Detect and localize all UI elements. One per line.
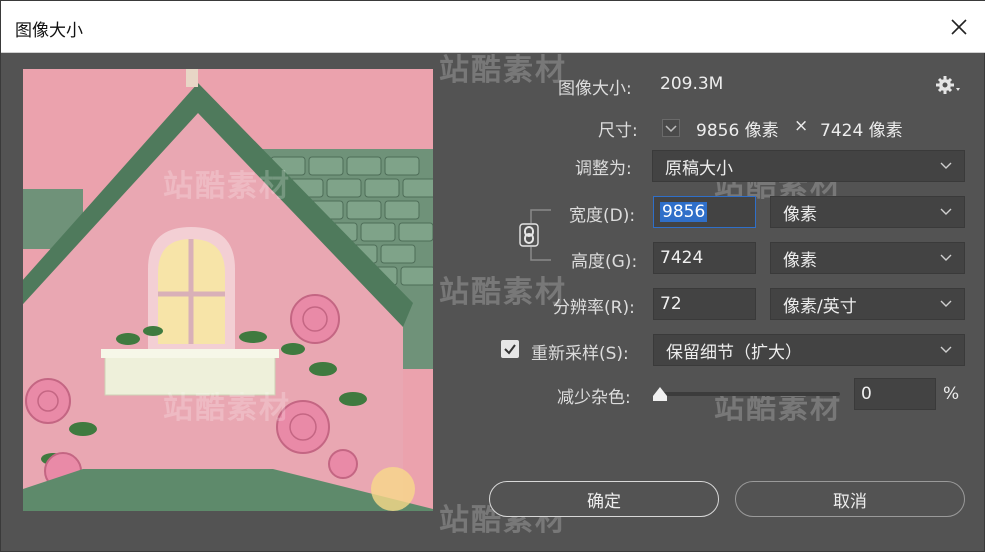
width-label: 宽度(D): xyxy=(569,206,636,226)
ok-button-label: 确定 xyxy=(587,491,621,512)
reduce-noise-input[interactable]: 0 xyxy=(854,378,936,410)
close-icon xyxy=(951,19,967,35)
reduce-noise-unit: % xyxy=(943,384,960,404)
width-value: 9856 xyxy=(660,202,708,222)
fit-to-label: 调整为: xyxy=(575,159,632,179)
dimensions-units-toggle[interactable] xyxy=(662,119,680,137)
ok-button[interactable]: 确定 xyxy=(489,481,719,517)
height-unit-select[interactable]: 像素 xyxy=(770,242,965,274)
height-unit-value: 像素 xyxy=(783,250,817,271)
slider-handle-icon xyxy=(653,387,667,401)
resolution-value: 72 xyxy=(660,294,682,314)
resample-value: 保留细节（扩大） xyxy=(666,342,802,363)
chevron-down-icon xyxy=(940,300,952,307)
constrain-proportions-button[interactable] xyxy=(519,223,539,247)
cancel-button[interactable]: 取消 xyxy=(735,481,965,517)
height-label: 高度(G): xyxy=(571,252,638,272)
watermark: 站酷素材 xyxy=(714,391,842,426)
watermark: 站酷素材 xyxy=(439,275,567,310)
reduce-noise-slider[interactable] xyxy=(660,392,840,396)
cancel-button-label: 取消 xyxy=(833,491,867,512)
height-input[interactable]: 7424 xyxy=(653,242,756,274)
fit-to-select[interactable]: 原稿大小 xyxy=(652,150,965,182)
width-input[interactable]: 9856 xyxy=(653,196,756,228)
image-size-label: 图像大小: xyxy=(558,79,632,99)
dimensions-width: 9856 像素 xyxy=(696,121,779,141)
window-title: 图像大小 xyxy=(15,21,83,41)
settings-menu-button[interactable] xyxy=(936,75,962,95)
chevron-down-icon xyxy=(940,208,952,215)
gear-icon xyxy=(936,76,960,94)
checkmark-icon xyxy=(504,344,516,355)
reduce-noise-value: 0 xyxy=(861,384,872,404)
reduce-noise-label: 减少杂色: xyxy=(557,388,631,408)
resolution-unit-select[interactable]: 像素/英寸 xyxy=(770,288,965,320)
chevron-down-icon xyxy=(665,125,677,133)
chevron-down-icon xyxy=(940,254,952,261)
resolution-label: 分辨率(R): xyxy=(553,298,635,318)
chevron-down-icon xyxy=(940,162,952,169)
dimensions-height: 7424 像素 xyxy=(820,121,903,141)
reduce-noise-slider-handle[interactable] xyxy=(652,386,668,402)
width-unit-value: 像素 xyxy=(783,204,817,225)
height-value: 7424 xyxy=(660,248,704,268)
resample-label: 重新采样(S): xyxy=(531,344,629,364)
title-bar: 图像大小 xyxy=(1,1,985,53)
image-preview[interactable] xyxy=(23,69,433,511)
width-unit-select[interactable]: 像素 xyxy=(770,196,965,228)
resolution-unit-value: 像素/英寸 xyxy=(783,296,857,317)
image-size-value: 209.3M xyxy=(660,74,724,94)
fit-to-value: 原稿大小 xyxy=(665,158,733,179)
image-size-dialog: 图像大小 站酷素材 站酷素材 站酷素材 站酷素材 站酷素材 站酷素材 站酷素材 … xyxy=(0,0,985,552)
resolution-input[interactable]: 72 xyxy=(653,288,756,320)
dimensions-label: 尺寸: xyxy=(598,121,638,141)
resample-checkbox[interactable] xyxy=(501,340,519,358)
dimensions-times: × xyxy=(794,116,809,136)
chevron-down-icon xyxy=(940,346,952,353)
resample-select[interactable]: 保留细节（扩大） xyxy=(653,334,965,366)
link-icon xyxy=(519,223,539,247)
close-button[interactable] xyxy=(944,12,974,42)
